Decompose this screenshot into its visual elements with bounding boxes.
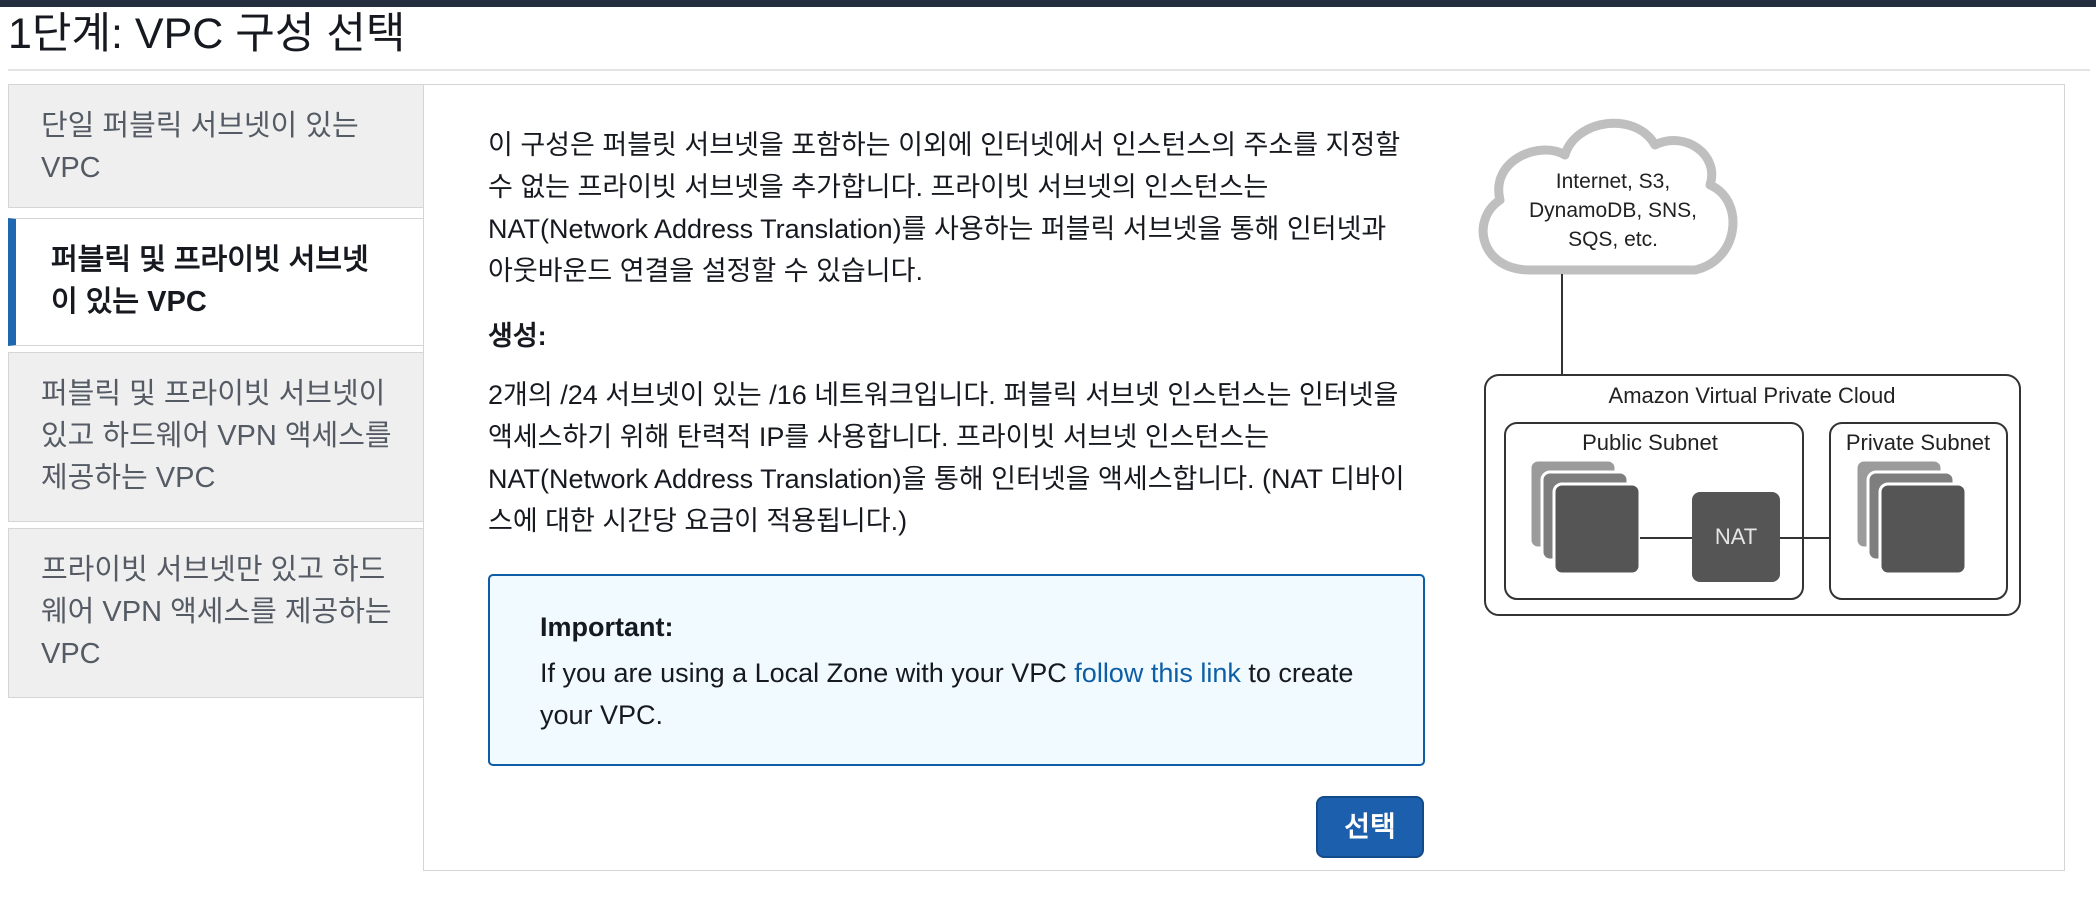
cloud-label-line2: DynamoDB, SNS, [1529, 199, 1697, 222]
notice-body: If you are using a Local Zone with your … [540, 652, 1370, 736]
title-divider [8, 69, 2090, 71]
public-instances-icon [1528, 458, 1642, 576]
configuration-description: 이 구성은 퍼블릿 서브넷을 포함하는 이외에 인터넷에서 인스턴스의 주소를 … [488, 130, 1401, 286]
tab-public-private-subnets[interactable]: 퍼블릭 및 프라이빗 서브넷이 있는 VPC [8, 218, 424, 346]
cloud-label-line1: Internet, S3, [1556, 170, 1670, 193]
generation-description: 2개의 /24 서브넷이 있는 /16 네트워크입니다. 퍼블릭 서브넷 인스턴… [488, 380, 1405, 536]
tab-public-private-subnets-vpn[interactable]: 퍼블릭 및 프라이빗 서브넷이 있고 하드웨어 VPN 액세스를 제공하는 VP… [8, 352, 424, 522]
notice-title: Important: [540, 612, 674, 642]
tab-single-public-subnet[interactable]: 단일 퍼블릭 서브넷이 있는 VPC [8, 84, 424, 208]
private-subnet-label: Private Subnet [1846, 430, 1990, 455]
vpc-architecture-diagram: Internet, S3, DynamoDB, SNS, SQS, etc. A… [1478, 118, 2021, 616]
page-title: 1단계: VPC 구성 선택 [8, 10, 406, 58]
cloud-label-line3: SQS, etc. [1568, 228, 1658, 251]
private-instances-icon [1854, 458, 1968, 576]
public-subnet-label: Public Subnet [1582, 430, 1718, 455]
top-navigation-bar [0, 0, 2096, 7]
notice-text-before: If you are using a Local Zone with your … [540, 658, 1067, 688]
follow-link[interactable]: follow this link [1074, 658, 1241, 688]
generation-heading: 생성: [488, 321, 547, 351]
important-notice: Important: If you are using a Local Zone… [488, 574, 1425, 766]
vpc-label: Amazon Virtual Private Cloud [1609, 383, 1896, 408]
select-button[interactable]: 선택 [1316, 796, 1424, 858]
tab-private-subnet-only-vpn[interactable]: 프라이빗 서브넷만 있고 하드웨어 VPN 액세스를 제공하는 VPC [8, 528, 424, 698]
nat-label: NAT [1715, 524, 1757, 549]
